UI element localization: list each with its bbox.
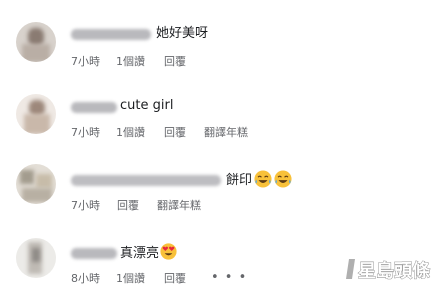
commenter-name[interactable] — [71, 248, 117, 259]
watermark-logo: 星島頭條 — [345, 257, 431, 282]
avatar[interactable] — [16, 238, 56, 278]
comment-4: 真漂亮 8小時 1個讚 回覆 • • • — [0, 0, 447, 291]
comment-text-label: 真漂亮 — [120, 246, 160, 261]
like-count[interactable]: 1個讚 — [116, 271, 145, 287]
heart-eyes-emoji — [160, 243, 177, 260]
comment-time[interactable]: 8小時 — [71, 271, 100, 287]
more-options-button[interactable]: • • • — [211, 270, 247, 286]
reply-button[interactable]: 回覆 — [164, 271, 186, 287]
svg-text:星島頭條: 星島頭條 — [358, 260, 431, 282]
comment-text: 真漂亮 — [120, 243, 177, 263]
